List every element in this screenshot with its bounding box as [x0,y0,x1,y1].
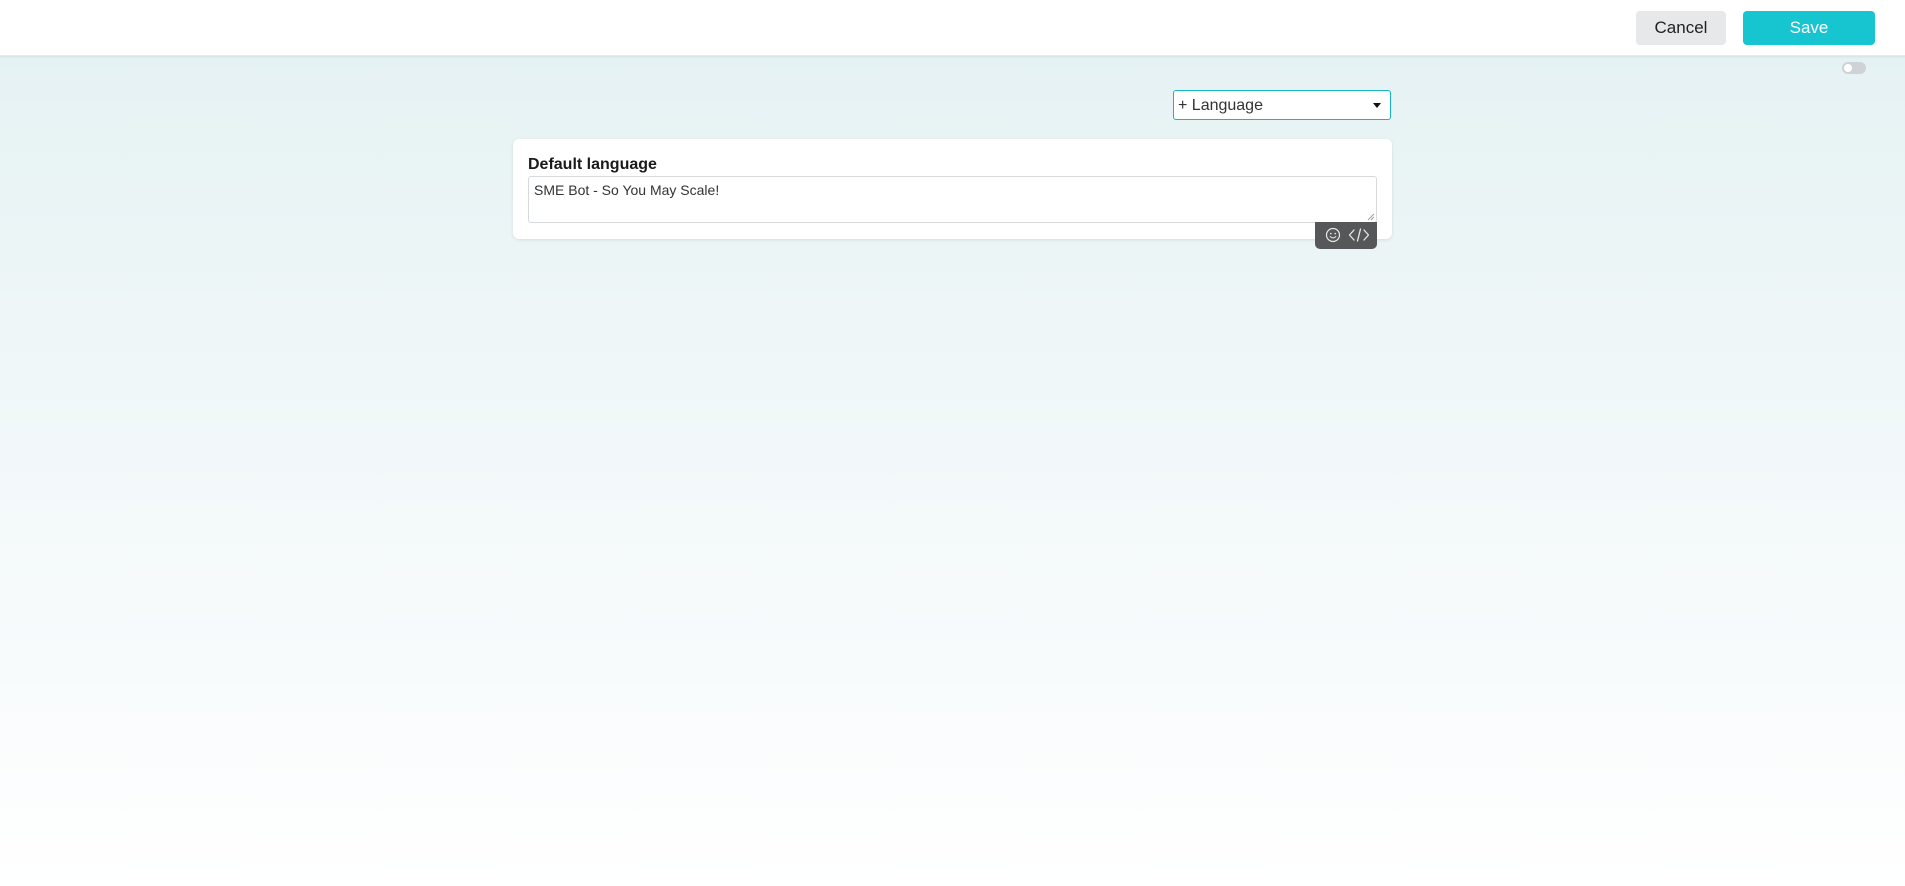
add-language-dropdown[interactable]: + Language [1173,90,1391,120]
save-button[interactable]: Save [1743,11,1875,45]
top-bar: Cancel Save [0,0,1905,56]
toggle-knob [1844,64,1852,72]
card-title: Default language [528,156,657,173]
default-language-textarea[interactable]: SME Bot - So You May Scale! [528,176,1377,223]
add-language-label: + Language [1178,97,1263,114]
resize-handle-icon[interactable] [1367,213,1375,221]
cancel-button[interactable]: Cancel [1636,11,1726,45]
toggle-switch[interactable] [1842,62,1866,74]
editor-toolbar [1315,222,1377,249]
code-icon[interactable] [1347,226,1371,244]
textarea-value: SME Bot - So You May Scale! [534,182,720,198]
emoji-icon[interactable] [1323,226,1343,244]
default-language-card: Default language SME Bot - So You May Sc… [513,139,1392,239]
caret-down-icon [1373,103,1381,108]
